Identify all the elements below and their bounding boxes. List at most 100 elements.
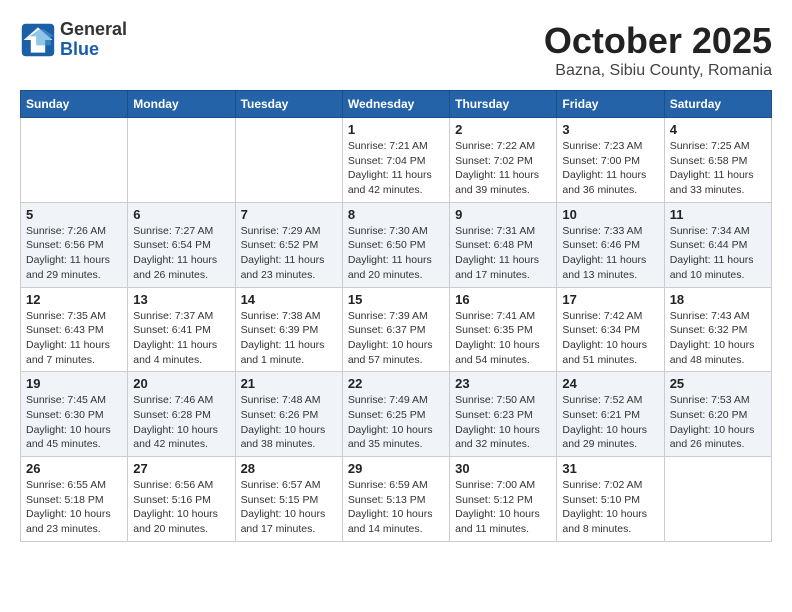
day-info: Sunrise: 7:23 AM Sunset: 7:00 PM Dayligh… xyxy=(562,139,658,198)
header-wednesday: Wednesday xyxy=(342,91,449,118)
day-number: 31 xyxy=(562,461,658,476)
table-row xyxy=(21,118,128,203)
table-row: 29 Sunrise: 6:59 AM Sunset: 5:13 PM Dayli… xyxy=(342,457,449,542)
day-number: 14 xyxy=(241,292,337,307)
day-info: Sunrise: 7:52 AM Sunset: 6:21 PM Dayligh… xyxy=(562,393,658,452)
table-row: 25Sunrise: 7:53 AM Sunset: 6:20 PM Dayli… xyxy=(664,372,771,457)
day-number: 4 xyxy=(670,122,766,137)
table-row xyxy=(128,118,235,203)
table-row xyxy=(664,457,771,542)
day-info: Sunrise: 7:33 AM Sunset: 6:46 PM Dayligh… xyxy=(562,224,658,283)
day-info: Sunrise: 7:48 AM Sunset: 6:26 PM Dayligh… xyxy=(241,393,337,452)
day-info: Sunrise: 7:41 AM Sunset: 6:35 PM Dayligh… xyxy=(455,309,551,368)
table-row: 15Sunrise: 7:39 AM Sunset: 6:37 PM Dayli… xyxy=(342,287,449,372)
day-info: Sunrise: 7:42 AM Sunset: 6:34 PM Dayligh… xyxy=(562,309,658,368)
logo-blue-text: Blue xyxy=(60,40,127,60)
day-number: 24 xyxy=(562,376,658,391)
day-number: 9 xyxy=(455,207,551,222)
calendar-week-row: 19Sunrise: 7:45 AM Sunset: 6:30 PM Dayli… xyxy=(21,372,772,457)
day-info: Sunrise: 7:35 AM Sunset: 6:43 PM Dayligh… xyxy=(26,309,122,368)
day-number: 28 xyxy=(241,461,337,476)
logo-icon xyxy=(20,22,56,58)
day-info: Sunrise: 7:02 AM Sunset: 5:10 PM Dayligh… xyxy=(562,478,658,537)
table-row: 12 Sunrise: 7:35 AM Sunset: 6:43 PM Dayli… xyxy=(21,287,128,372)
day-number: 21 xyxy=(241,376,337,391)
table-row: 2 Sunrise: 7:22 AM Sunset: 7:02 PM Daylig… xyxy=(450,118,557,203)
day-number: 27 xyxy=(133,461,229,476)
header-friday: Friday xyxy=(557,91,664,118)
table-row: 20 Sunrise: 7:46 AM Sunset: 6:28 PM Dayli… xyxy=(128,372,235,457)
day-number: 15 xyxy=(348,292,444,307)
day-number: 3 xyxy=(562,122,658,137)
day-number: 8 xyxy=(348,207,444,222)
table-row: 24 Sunrise: 7:52 AM Sunset: 6:21 PM Dayli… xyxy=(557,372,664,457)
day-info: Sunrise: 7:45 AM Sunset: 6:30 PM Dayligh… xyxy=(26,393,122,452)
day-info: Sunrise: 7:25 AM Sunset: 6:58 PM Dayligh… xyxy=(670,139,766,198)
weekday-header-row: Sunday Monday Tuesday Wednesday Thursday… xyxy=(21,91,772,118)
table-row: 21 Sunrise: 7:48 AM Sunset: 6:26 PM Dayli… xyxy=(235,372,342,457)
day-info: Sunrise: 7:37 AM Sunset: 6:41 PM Dayligh… xyxy=(133,309,229,368)
day-number: 12 xyxy=(26,292,122,307)
day-info: Sunrise: 7:50 AM Sunset: 6:23 PM Dayligh… xyxy=(455,393,551,452)
calendar-week-row: 5Sunrise: 7:26 AM Sunset: 6:56 PM Daylig… xyxy=(21,202,772,287)
header-tuesday: Tuesday xyxy=(235,91,342,118)
table-row: 13Sunrise: 7:37 AM Sunset: 6:41 PM Dayli… xyxy=(128,287,235,372)
table-row: 28 Sunrise: 6:57 AM Sunset: 5:15 PM Dayli… xyxy=(235,457,342,542)
table-row: 1Sunrise: 7:21 AM Sunset: 7:04 PM Daylig… xyxy=(342,118,449,203)
page-header: General Blue October 2025 Bazna, Sibiu C… xyxy=(20,20,772,80)
calendar-table: Sunday Monday Tuesday Wednesday Thursday… xyxy=(20,90,772,542)
day-number: 20 xyxy=(133,376,229,391)
table-row: 3 Sunrise: 7:23 AM Sunset: 7:00 PM Daylig… xyxy=(557,118,664,203)
calendar-week-row: 12 Sunrise: 7:35 AM Sunset: 6:43 PM Dayli… xyxy=(21,287,772,372)
day-info: Sunrise: 7:53 AM Sunset: 6:20 PM Dayligh… xyxy=(670,393,766,452)
table-row: 5Sunrise: 7:26 AM Sunset: 6:56 PM Daylig… xyxy=(21,202,128,287)
table-row xyxy=(235,118,342,203)
day-info: Sunrise: 7:49 AM Sunset: 6:25 PM Dayligh… xyxy=(348,393,444,452)
day-info: Sunrise: 6:59 AM Sunset: 5:13 PM Dayligh… xyxy=(348,478,444,537)
table-row: 11Sunrise: 7:34 AM Sunset: 6:44 PM Dayli… xyxy=(664,202,771,287)
header-saturday: Saturday xyxy=(664,91,771,118)
day-info: Sunrise: 7:38 AM Sunset: 6:39 PM Dayligh… xyxy=(241,309,337,368)
table-row: 26 Sunrise: 6:55 AM Sunset: 5:18 PM Dayli… xyxy=(21,457,128,542)
day-info: Sunrise: 7:43 AM Sunset: 6:32 PM Dayligh… xyxy=(670,309,766,368)
table-row: 19Sunrise: 7:45 AM Sunset: 6:30 PM Dayli… xyxy=(21,372,128,457)
header-thursday: Thursday xyxy=(450,91,557,118)
table-row: 23 Sunrise: 7:50 AM Sunset: 6:23 PM Dayli… xyxy=(450,372,557,457)
table-row: 6 Sunrise: 7:27 AM Sunset: 6:54 PM Daylig… xyxy=(128,202,235,287)
day-info: Sunrise: 7:26 AM Sunset: 6:56 PM Dayligh… xyxy=(26,224,122,283)
day-info: Sunrise: 7:22 AM Sunset: 7:02 PM Dayligh… xyxy=(455,139,551,198)
day-number: 18 xyxy=(670,292,766,307)
logo: General Blue xyxy=(20,20,127,60)
day-number: 10 xyxy=(562,207,658,222)
day-number: 2 xyxy=(455,122,551,137)
day-number: 29 xyxy=(348,461,444,476)
day-info: Sunrise: 7:00 AM Sunset: 5:12 PM Dayligh… xyxy=(455,478,551,537)
table-row: 16 Sunrise: 7:41 AM Sunset: 6:35 PM Dayli… xyxy=(450,287,557,372)
day-number: 17 xyxy=(562,292,658,307)
day-info: Sunrise: 7:30 AM Sunset: 6:50 PM Dayligh… xyxy=(348,224,444,283)
logo-general-text: General xyxy=(60,20,127,40)
table-row: 14 Sunrise: 7:38 AM Sunset: 6:39 PM Dayli… xyxy=(235,287,342,372)
table-row: 17 Sunrise: 7:42 AM Sunset: 6:34 PM Dayli… xyxy=(557,287,664,372)
day-info: Sunrise: 6:56 AM Sunset: 5:16 PM Dayligh… xyxy=(133,478,229,537)
table-row: 18 Sunrise: 7:43 AM Sunset: 6:32 PM Dayli… xyxy=(664,287,771,372)
table-row: 4 Sunrise: 7:25 AM Sunset: 6:58 PM Daylig… xyxy=(664,118,771,203)
day-number: 16 xyxy=(455,292,551,307)
logo-text: General Blue xyxy=(60,20,127,60)
day-info: Sunrise: 7:31 AM Sunset: 6:48 PM Dayligh… xyxy=(455,224,551,283)
day-number: 6 xyxy=(133,207,229,222)
day-info: Sunrise: 6:57 AM Sunset: 5:15 PM Dayligh… xyxy=(241,478,337,537)
calendar-week-row: 1Sunrise: 7:21 AM Sunset: 7:04 PM Daylig… xyxy=(21,118,772,203)
header-sunday: Sunday xyxy=(21,91,128,118)
day-info: Sunrise: 7:46 AM Sunset: 6:28 PM Dayligh… xyxy=(133,393,229,452)
day-info: Sunrise: 6:55 AM Sunset: 5:18 PM Dayligh… xyxy=(26,478,122,537)
header-monday: Monday xyxy=(128,91,235,118)
day-number: 23 xyxy=(455,376,551,391)
table-row: 8 Sunrise: 7:30 AM Sunset: 6:50 PM Daylig… xyxy=(342,202,449,287)
location-subtitle: Bazna, Sibiu County, Romania xyxy=(544,62,772,80)
table-row: 30 Sunrise: 7:00 AM Sunset: 5:12 PM Dayli… xyxy=(450,457,557,542)
day-number: 26 xyxy=(26,461,122,476)
table-row: 31 Sunrise: 7:02 AM Sunset: 5:10 PM Dayli… xyxy=(557,457,664,542)
day-number: 30 xyxy=(455,461,551,476)
day-info: Sunrise: 7:27 AM Sunset: 6:54 PM Dayligh… xyxy=(133,224,229,283)
